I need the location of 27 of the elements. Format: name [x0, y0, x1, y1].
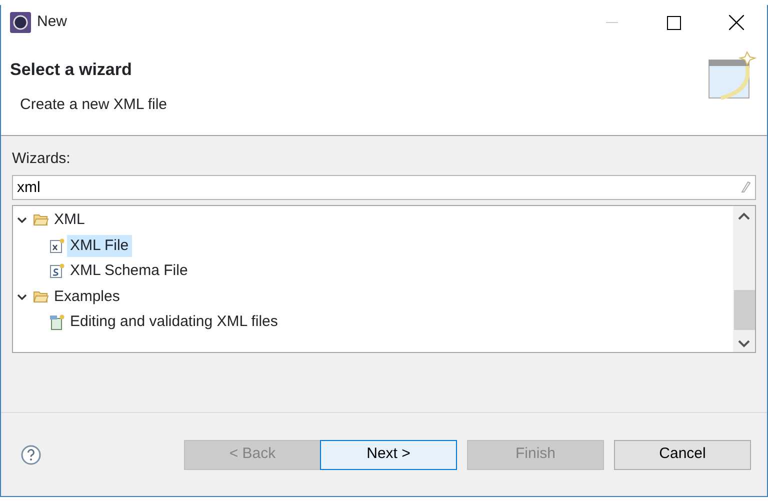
- tree-item[interactable]: Editing and validating XML files: [67, 311, 281, 334]
- scroll-thumb[interactable]: [734, 290, 754, 330]
- tree-item[interactable]: Examples: [51, 286, 123, 308]
- folder-icon: [33, 212, 49, 228]
- dialog-button[interactable]: Cancel: [614, 440, 751, 470]
- scroll-down-icon[interactable]: [738, 340, 750, 348]
- scroll-up-icon[interactable]: [738, 212, 750, 220]
- window-title: New: [37, 12, 68, 32]
- schema-file-icon: [49, 263, 65, 280]
- scrollbar[interactable]: [733, 206, 755, 352]
- tree-item[interactable]: XML: [51, 209, 88, 232]
- tree-item[interactable]: XML Schema File: [67, 260, 191, 282]
- maximize-icon[interactable]: [667, 16, 681, 30]
- filter-field[interactable]: xml: [12, 174, 756, 200]
- example-icon: [49, 314, 65, 330]
- help-icon[interactable]: [21, 444, 41, 464]
- page-description: Create a new XML file: [20, 95, 168, 116]
- xml-file-icon: [49, 238, 65, 254]
- wizards-label: Wizards:: [12, 149, 72, 169]
- close-icon[interactable]: [728, 15, 744, 30]
- app-icon: [10, 12, 31, 33]
- chevron-icon[interactable]: [17, 215, 27, 226]
- tree-item[interactable]: XML File: [67, 234, 132, 257]
- folder-icon: [33, 288, 49, 305]
- chevron-icon[interactable]: [17, 292, 27, 302]
- dialog-button[interactable]: Next >: [320, 440, 457, 470]
- page-title: Select a wizard: [10, 60, 133, 80]
